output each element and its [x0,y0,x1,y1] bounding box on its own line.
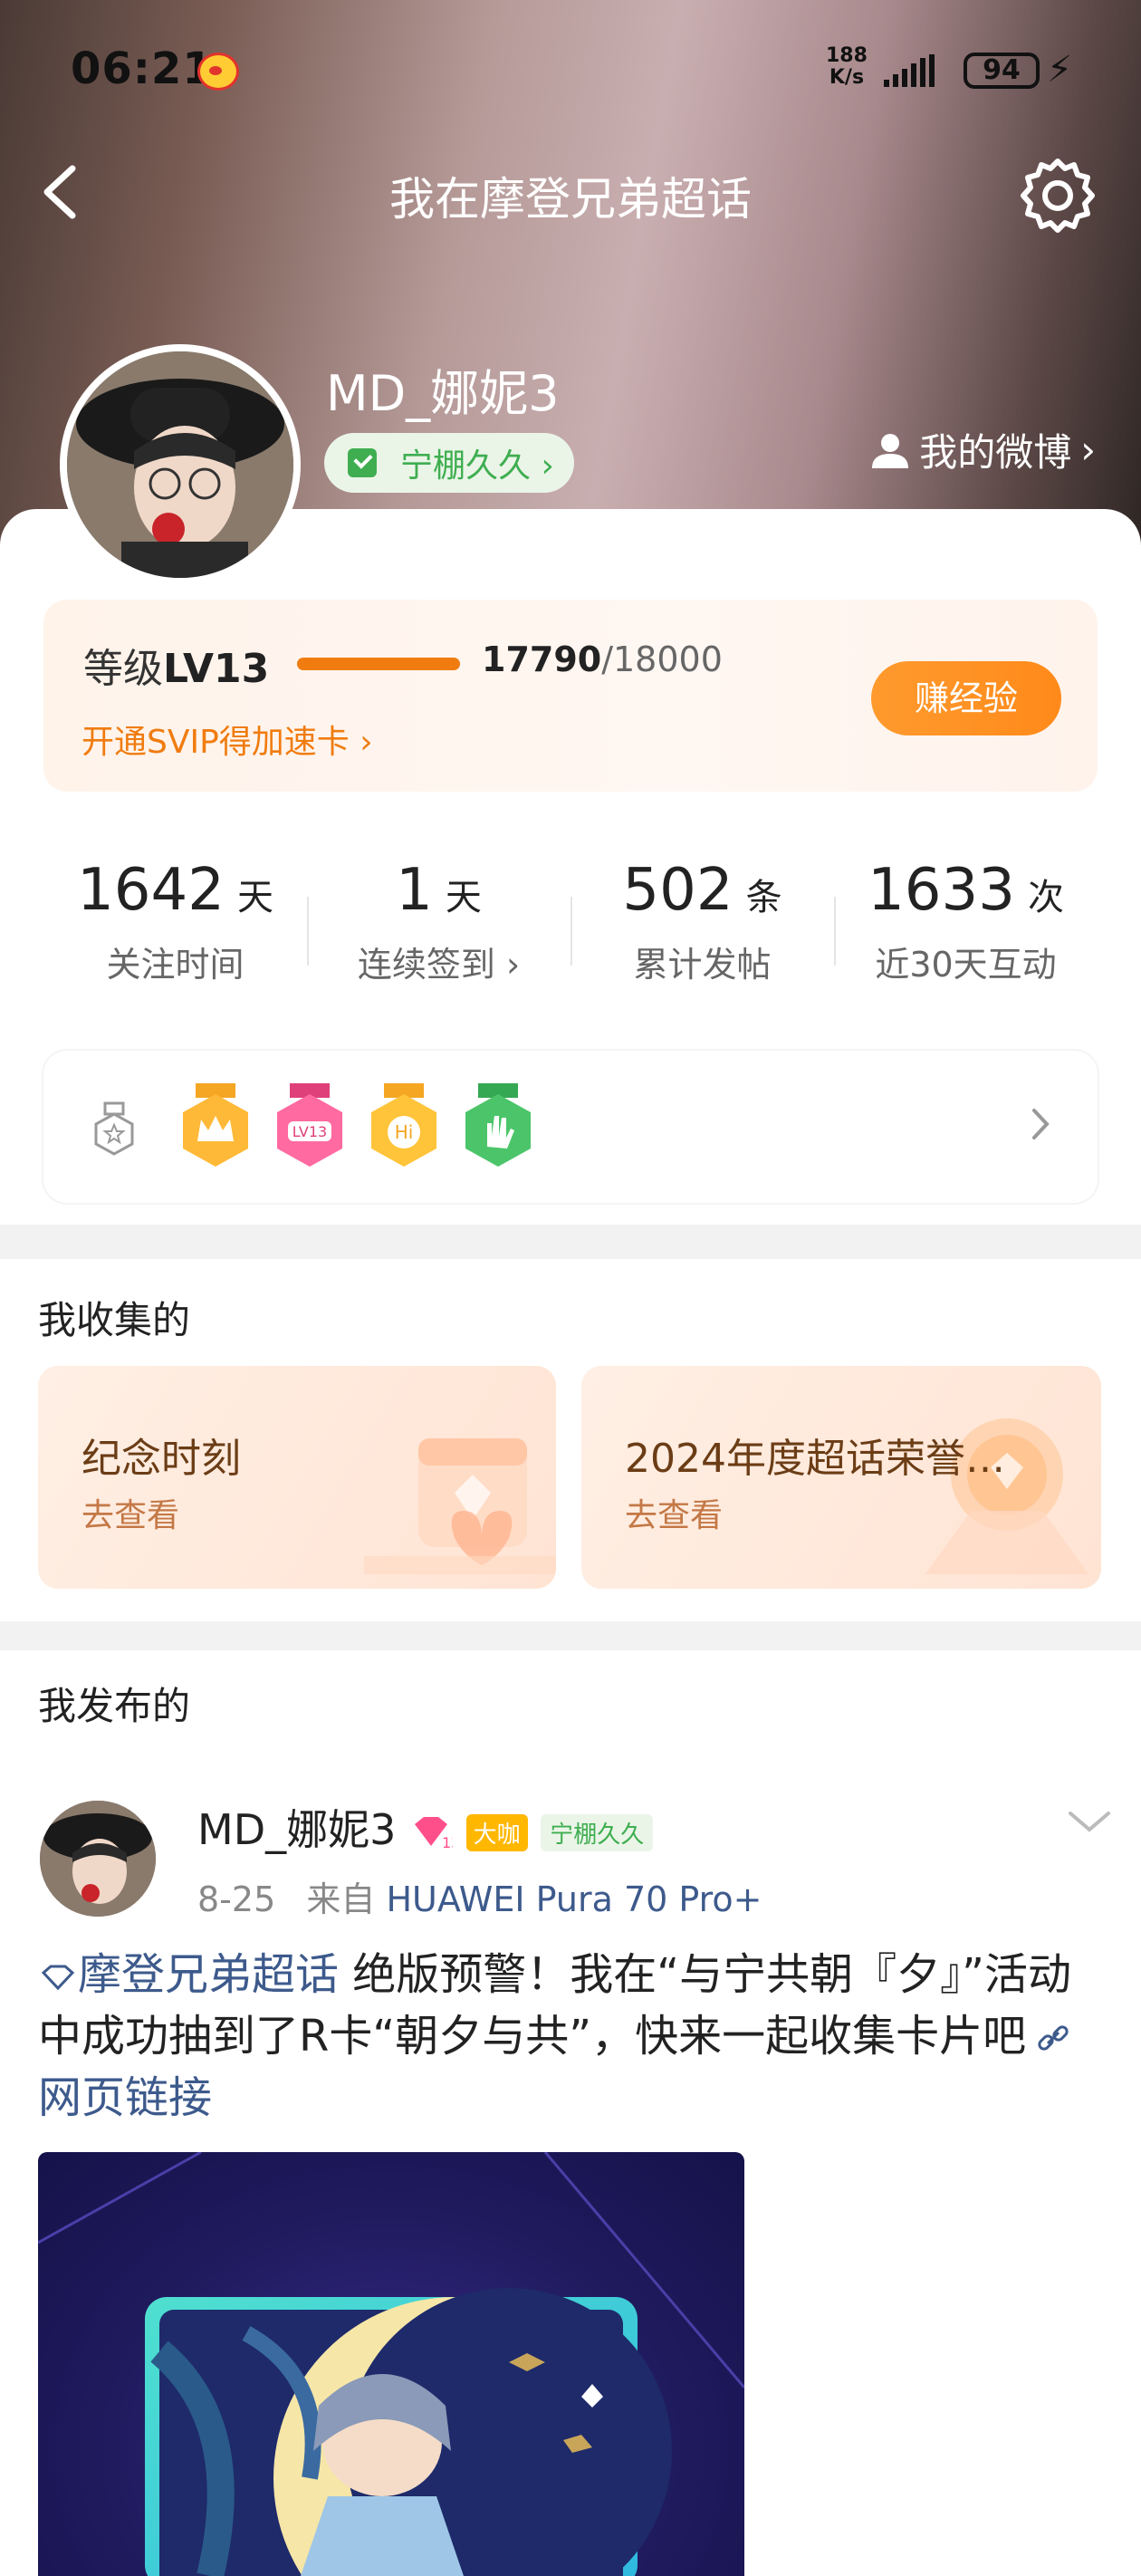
topic-link[interactable]: 摩登兄弟超话 [38,1949,339,2000]
hand-badge-icon [465,1083,531,1167]
avatar[interactable] [60,344,301,585]
stat-follow-days: 1642 天 关注时间 [77,857,273,985]
person-icon [872,433,909,468]
collect-card-honors[interactable]: 2024年度超话荣誉… 去查看 [581,1366,1101,1589]
stats-row: 1642 天 关注时间 1天 连续签到 › 502 条 累计发帖 1633 次 近30… [43,824,1098,1025]
card-artwork-image: R [38,2152,744,2576]
daka-tag: 大咖 [465,1814,528,1851]
network-speed: 188 K/s [826,44,868,89]
post-from: 来自 [306,1879,376,1919]
level-label: 等级LV13 [83,646,270,692]
avatar-image [67,351,293,578]
my-weibo-label: 我的微博 [919,430,1072,475]
post-username[interactable]: MD_娜妮3 [197,1805,396,1854]
hi-badge-icon: Hi [371,1083,436,1167]
stat-posts: 502 条 累计发帖 [570,824,834,1025]
status-time: 06:21 [71,43,214,94]
collect-card-sub: 去查看 [82,1497,180,1534]
signal-icon [884,54,935,87]
level-score: 17790/18000 [482,639,723,679]
svg-text:R: R [181,2334,199,2361]
level-progress-bar [297,658,460,670]
post-meta: 8-25 来自 HUAWEI Pura 70 Pro+ [197,1871,762,1921]
page-title: 我在摩登兄弟超话 [389,173,752,226]
collected-title: 我收集的 [38,1298,191,1342]
fan-group-badge[interactable]: 宁棚久久 › [324,433,574,493]
stat-checkin-streak[interactable]: 1天 连续签到 › [307,824,570,1025]
collect-card-moments[interactable]: 纪念时刻 去查看 [38,1366,556,1589]
chevron-right-icon [1032,1109,1050,1139]
charging-icon: ⚡ [1047,49,1073,91]
published-title: 我发布的 [38,1684,191,1728]
battery-indicator: 94 [964,53,1040,89]
link-icon [1038,2025,1069,2051]
settings-gear-icon[interactable] [1018,156,1098,235]
medal-icon [94,1101,134,1156]
level-card: 等级LV13 17790/18000 开通SVIP得加速卡 › 赚经验 [43,600,1098,792]
topic-diamond-icon [41,1965,75,1991]
fan-group-label: 宁棚久久 › [400,447,554,485]
svg-text:Hi: Hi [395,1121,414,1143]
status-bar: 06:21 188 K/s 94 ⚡ [0,0,1141,136]
check-calendar-icon [348,448,377,477]
post-text: 摩登兄弟超话 绝版预警！我在“与宁共朝『夕』”活动中成功抽到了R卡“朝夕与共”，… [38,1944,1107,2129]
level-diamond-icon: 13 [415,1816,453,1851]
medal-award-icon [925,1418,1088,1574]
post-card-image[interactable]: R [38,2152,744,2576]
lv13-badge-icon: LV13 [277,1083,342,1167]
chevron-right-icon: › [1080,428,1096,472]
svip-link[interactable]: 开通SVIP得加速卡 › [82,716,373,763]
collect-card-title: 纪念时刻 [82,1436,241,1482]
post-avatar[interactable] [40,1801,156,1917]
post-date: 8-25 [197,1879,276,1919]
earn-exp-button[interactable]: 赚经验 [871,661,1061,735]
post-card[interactable]: MD_娜妮3 13 大咖 宁棚久久 8-25 来自 HUAWEI Pura 70… [0,1748,1141,2576]
svg-text:13: 13 [442,1834,453,1851]
weibo-notification-icon [197,53,239,91]
post-avatar-image [40,1801,156,1917]
collect-card-sub: 去查看 [625,1497,724,1534]
post-source[interactable]: HUAWEI Pura 70 Pro+ [386,1879,762,1919]
post-user-row: MD_娜妮3 13 大咖 宁棚久久 [197,1797,654,1857]
badge-row[interactable]: LV13 Hi [43,1051,1098,1203]
stat-interactions: 1633 次 近30天互动 [834,824,1098,1025]
fan-group-tag[interactable]: 宁棚久久 [541,1814,654,1851]
chevron-down-icon[interactable] [1067,1808,1112,1835]
crown-badge-icon [183,1083,248,1167]
calendar-heart-icon [364,1438,556,1574]
collect-card-title: 2024年度超话荣誉… [625,1436,1005,1482]
svg-text:LV13: LV13 [292,1123,327,1140]
username: MD_娜妮3 [326,365,560,422]
my-weibo-link[interactable]: 我的微博 › [870,422,1096,477]
